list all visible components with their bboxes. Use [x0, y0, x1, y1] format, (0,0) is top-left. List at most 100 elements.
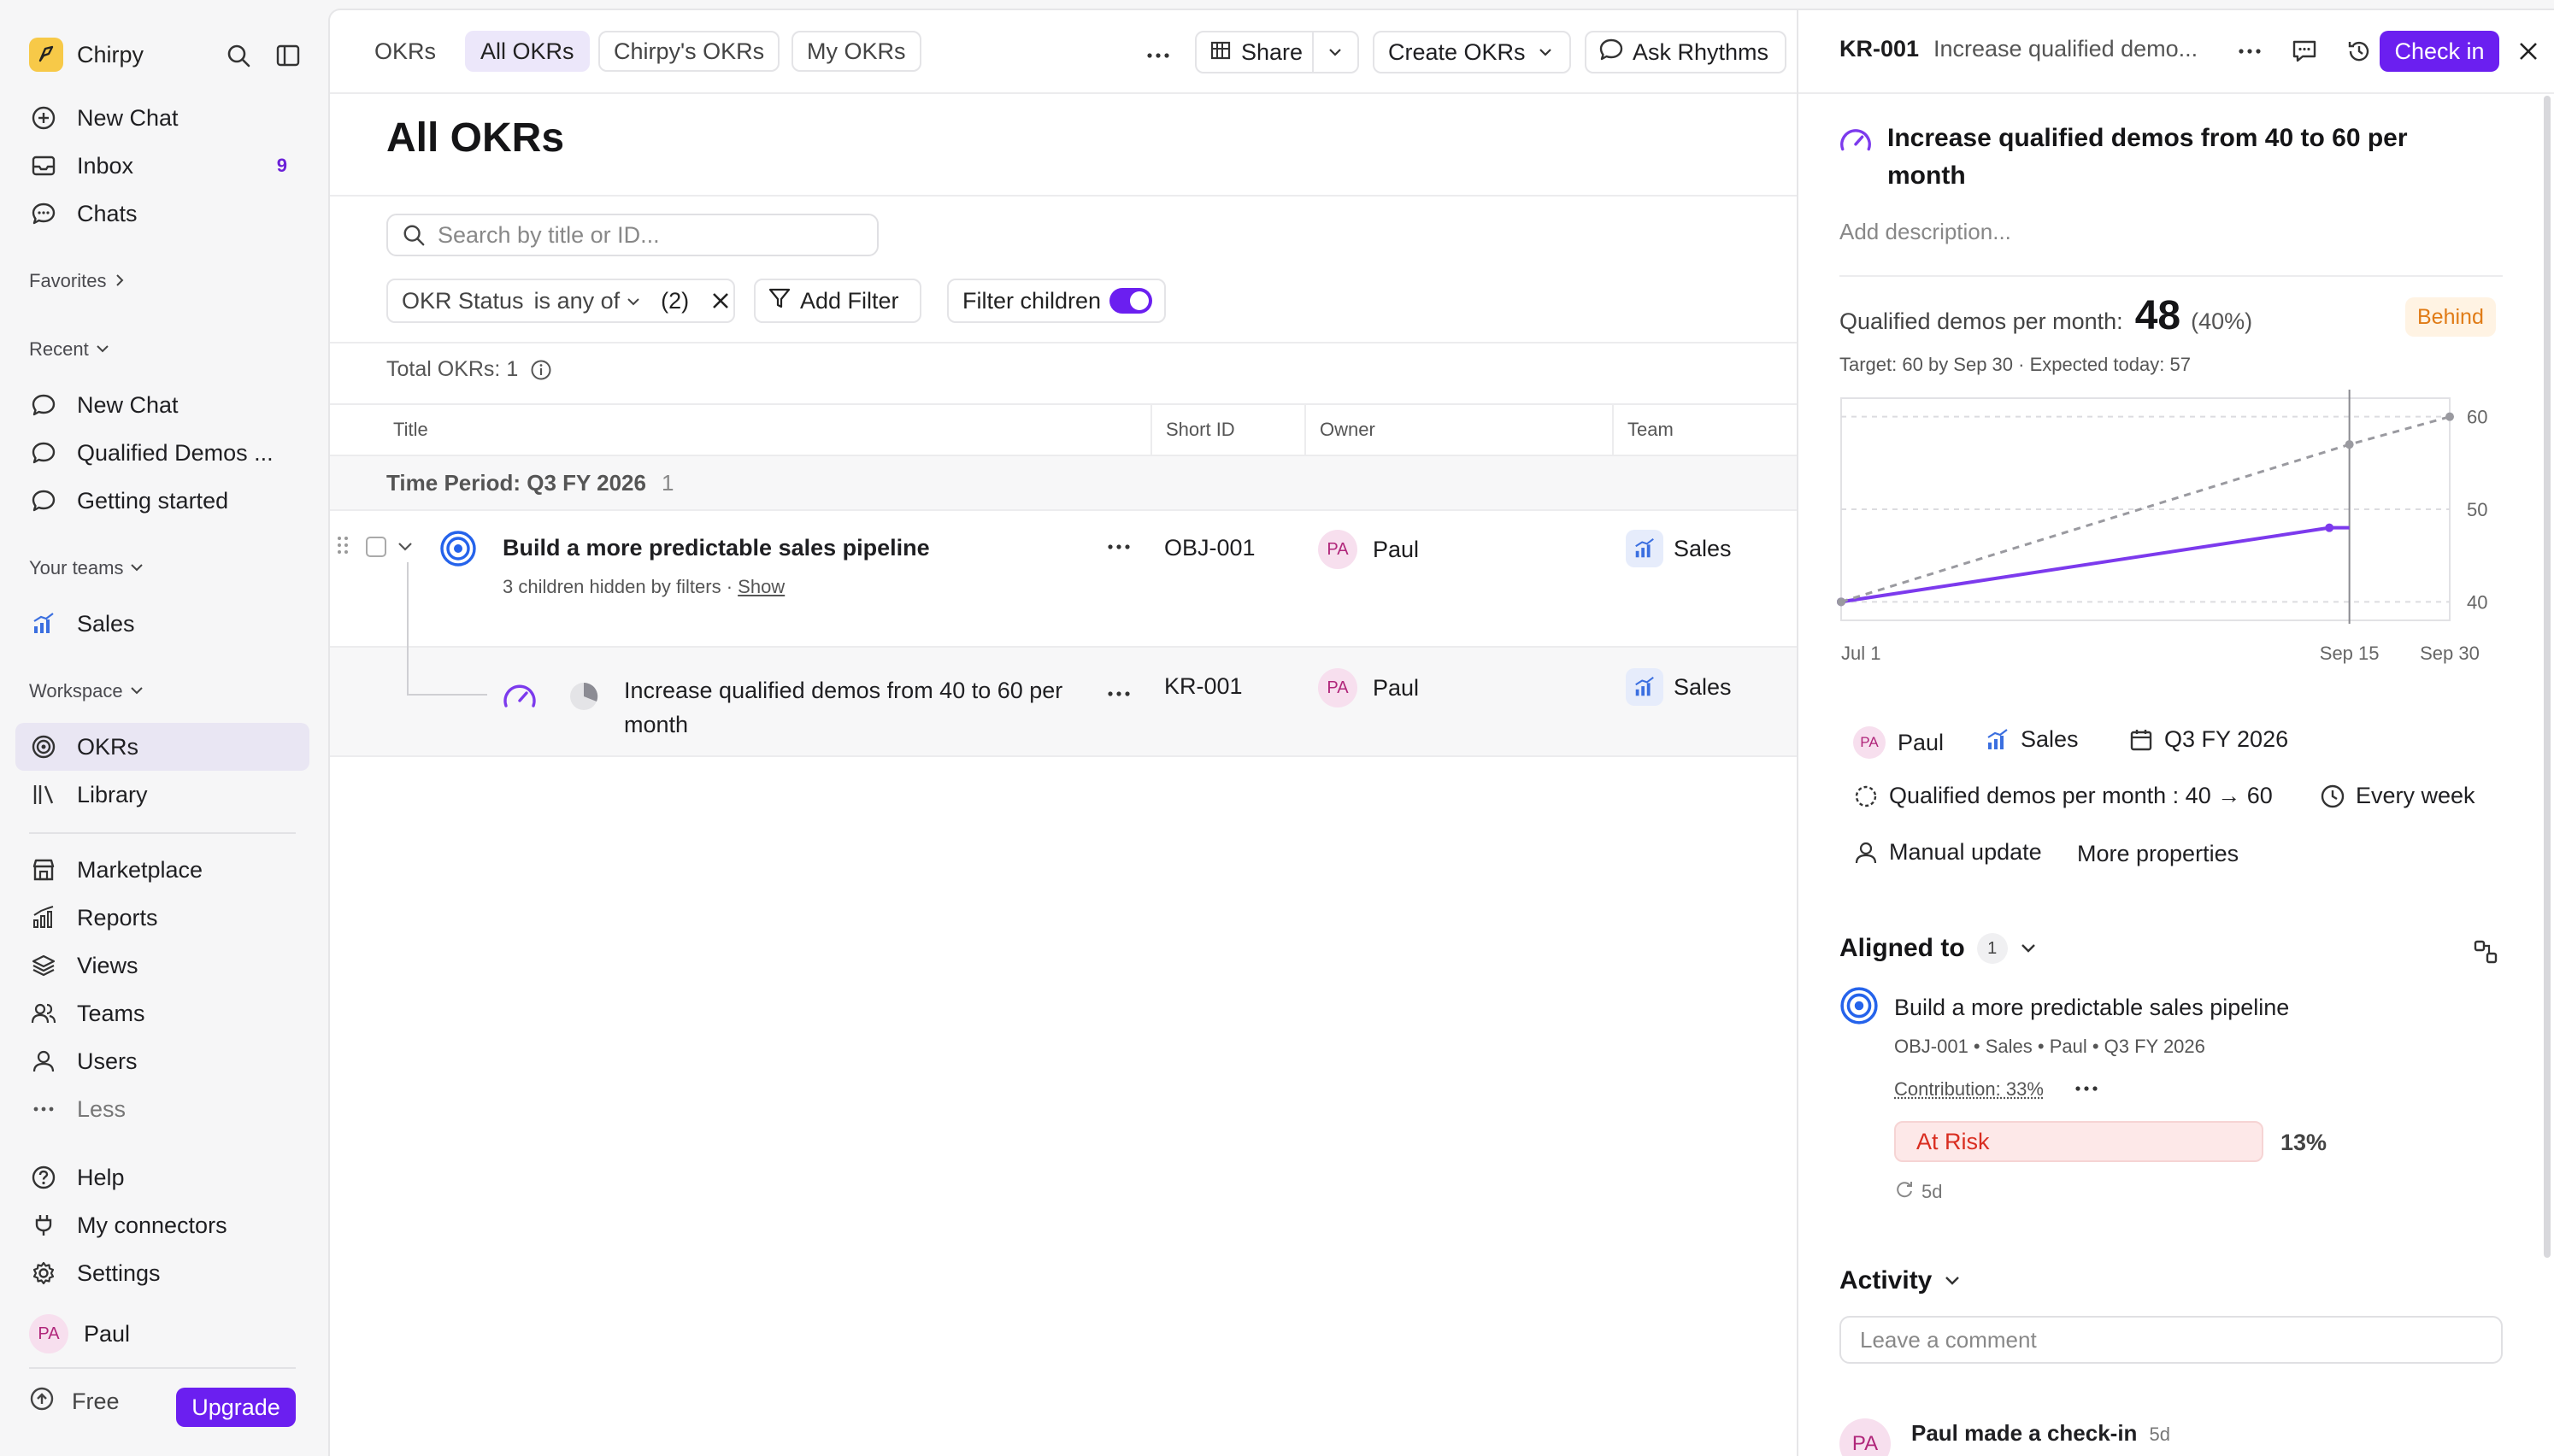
your-teams-label: Your teams: [29, 557, 124, 578]
row-title[interactable]: Increase qualified demos from 40 to 60 p…: [624, 673, 1068, 742]
comment-input[interactable]: Leave a comment: [1839, 1316, 2503, 1364]
aligned-objective-title[interactable]: Build a more predictable sales pipeline: [1894, 995, 2289, 1021]
toggle-switch[interactable]: [1109, 288, 1153, 314]
tab-my-okrs[interactable]: My OKRs: [792, 31, 921, 72]
table-row[interactable]: Increase qualified demos from 40 to 60 p…: [330, 648, 1797, 757]
filter-children-toggle[interactable]: Filter children: [947, 279, 1166, 323]
favorites-section-toggle[interactable]: Favorites: [29, 270, 127, 292]
metric-percent: (40%): [2191, 308, 2253, 334]
show-hidden-link[interactable]: Show: [738, 576, 785, 597]
share-button[interactable]: Share: [1197, 32, 1314, 72]
row-title[interactable]: Build a more predictable sales pipeline: [503, 535, 930, 561]
close-icon[interactable]: [2511, 34, 2545, 68]
contribution-link[interactable]: Contribution: 33%: [1894, 1078, 2044, 1101]
panel-scrollbar[interactable]: [2544, 96, 2551, 1258]
recent-section-toggle[interactable]: Recent: [29, 338, 109, 361]
update-method-property[interactable]: Manual update: [1853, 839, 2042, 866]
close-icon[interactable]: [711, 291, 730, 310]
gear-icon: [29, 1259, 58, 1288]
more-properties-button[interactable]: More properties: [2077, 841, 2239, 867]
recent-item-getting-started[interactable]: Getting started: [15, 477, 309, 525]
recent-item-new-chat[interactable]: New Chat: [15, 381, 309, 429]
current-user[interactable]: PA Paul: [29, 1314, 130, 1353]
sidebar-item-reports[interactable]: Reports: [15, 894, 309, 942]
sidebar-item-views[interactable]: Views: [15, 942, 309, 989]
comments-icon[interactable]: [2287, 34, 2322, 68]
sidebar-toggle-icon[interactable]: [272, 39, 304, 72]
aligned-to-section-toggle[interactable]: Aligned to 1: [1839, 933, 2037, 964]
time-period-property[interactable]: Q3 FY 2026: [2128, 726, 2288, 753]
row-team[interactable]: Sales: [1626, 668, 1732, 706]
create-okrs-button[interactable]: Create OKRs: [1373, 31, 1571, 73]
recent-item-qualified-demos[interactable]: Qualified Demos ...: [15, 429, 309, 477]
more-dots-icon[interactable]: [2233, 34, 2267, 68]
search-input[interactable]: Search by title or ID...: [386, 214, 879, 256]
sidebar-item-label: Marketplace: [77, 856, 203, 883]
share-dropdown-button[interactable]: [1314, 39, 1357, 66]
row-team[interactable]: Sales: [1626, 530, 1732, 567]
row-more-button[interactable]: [1106, 540, 1132, 555]
column-header-title[interactable]: Title: [380, 405, 428, 455]
team-property[interactable]: Sales: [1985, 726, 2079, 753]
info-icon[interactable]: [530, 359, 552, 381]
your-teams-section-toggle[interactable]: Your teams: [29, 557, 144, 579]
link-objective-icon[interactable]: [2469, 935, 2503, 969]
brand[interactable]: Chirpy: [29, 38, 144, 72]
cadence-property[interactable]: Every week: [2320, 783, 2475, 809]
sidebar-item-my-connectors[interactable]: My connectors: [15, 1201, 309, 1249]
group-header-time-period[interactable]: Time Period: Q3 FY 2026 1: [330, 456, 1797, 511]
key-result-title[interactable]: Increase qualified demos from 40 to 60 p…: [1887, 120, 2469, 195]
check-in-button[interactable]: Check in: [2380, 31, 2499, 72]
history-icon[interactable]: [2342, 34, 2376, 68]
filter-operator[interactable]: is any of: [534, 288, 621, 314]
search-icon[interactable]: [222, 39, 255, 72]
drag-handle-icon[interactable]: [337, 535, 349, 560]
sidebar-item-inbox[interactable]: Inbox 9: [15, 142, 309, 190]
upgrade-button[interactable]: Upgrade: [176, 1388, 296, 1427]
sidebar-item-chats[interactable]: Chats: [15, 190, 309, 238]
create-okrs-label: Create OKRs: [1388, 38, 1526, 65]
column-header-owner[interactable]: Owner: [1304, 405, 1612, 455]
add-filter-button[interactable]: Add Filter: [754, 279, 921, 323]
chevron-down-icon[interactable]: [397, 538, 414, 560]
sidebar-item-team-sales[interactable]: Sales: [15, 600, 309, 648]
chart-actual-line: [1840, 525, 2350, 604]
aligned-count: 1: [1976, 933, 2008, 964]
column-header-short-id[interactable]: Short ID: [1150, 405, 1304, 455]
sidebar-item-less[interactable]: Less: [15, 1085, 309, 1133]
tab-all-okrs[interactable]: All OKRs: [465, 31, 590, 72]
activity-section-toggle[interactable]: Activity: [1839, 1266, 1961, 1295]
sidebar-item-users[interactable]: Users: [15, 1037, 309, 1085]
sidebar-item-help[interactable]: Help: [15, 1154, 309, 1201]
plan-label: Free: [72, 1388, 120, 1414]
workspace-section-toggle[interactable]: Workspace: [29, 680, 144, 702]
sidebar-item-settings[interactable]: Settings: [15, 1249, 309, 1297]
column-header-team[interactable]: Team: [1612, 405, 1797, 455]
sidebar-item-library[interactable]: Library: [15, 771, 309, 819]
tab-chirpys-okrs[interactable]: Chirpy's OKRs: [598, 31, 780, 72]
row-more-button[interactable]: [1106, 687, 1132, 702]
okr-status-filter[interactable]: OKR Status is any of (2): [386, 279, 735, 323]
sidebar-item-okrs[interactable]: OKRs: [15, 723, 309, 771]
row-owner[interactable]: PA Paul: [1318, 668, 1419, 707]
panel-header-title: Increase qualified demo...: [1933, 36, 2198, 62]
add-description-field[interactable]: Add description...: [1839, 219, 2011, 245]
table-row[interactable]: Build a more predictable sales pipeline …: [330, 511, 1797, 651]
sidebar-item-teams[interactable]: Teams: [15, 989, 309, 1037]
measure-property[interactable]: Qualified demos per month : 40 → 60: [1853, 783, 2273, 809]
row-checkbox[interactable]: [366, 537, 386, 557]
panel-key: KR-001: [1839, 36, 1920, 62]
activity-label: Activity: [1839, 1266, 1933, 1295]
chat-bubble-icon: [29, 486, 58, 515]
add-filter-label: Add Filter: [800, 287, 899, 314]
sidebar-item-new-chat[interactable]: New Chat: [15, 94, 309, 142]
ask-rhythms-button[interactable]: Ask Rhythms: [1585, 31, 1786, 73]
more-options-button[interactable]: [1139, 31, 1178, 73]
row-owner[interactable]: PA Paul: [1318, 530, 1419, 569]
sidebar-item-marketplace[interactable]: Marketplace: [15, 846, 309, 894]
owner-property[interactable]: PA Paul: [1853, 726, 1944, 759]
tab-okrs[interactable]: OKRs: [359, 31, 452, 72]
sidebar-item-label: Chats: [77, 200, 138, 226]
total-okrs: Total OKRs: 1: [386, 357, 552, 382]
more-dots-icon[interactable]: [2074, 1082, 2099, 1097]
